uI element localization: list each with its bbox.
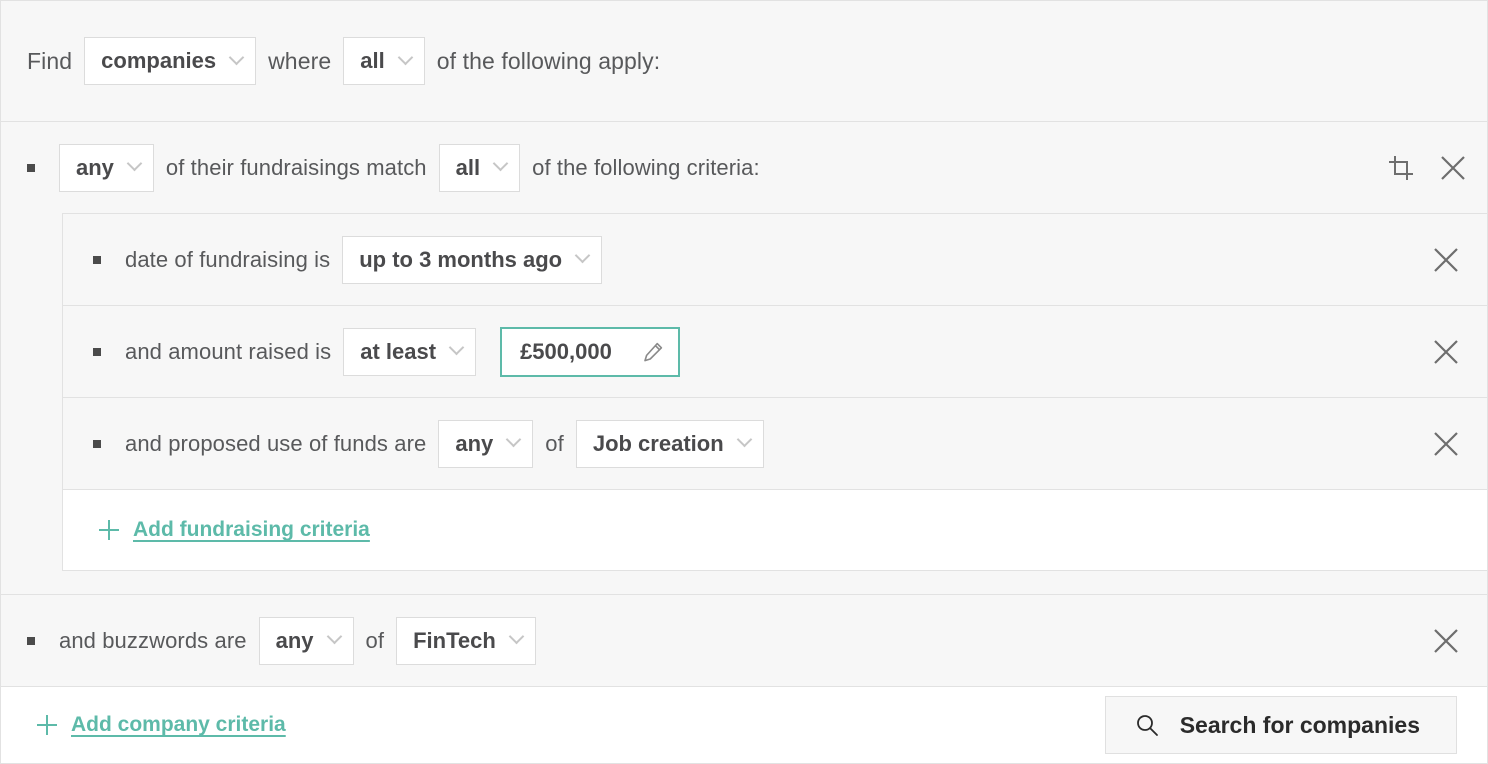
fundraising-middle-label: of their fundraisings match bbox=[165, 154, 427, 180]
close-icon[interactable] bbox=[1429, 624, 1463, 658]
criterion-row-buzzwords: and buzzwords are any of FinTech bbox=[1, 595, 1487, 687]
fundraising-match-value: all bbox=[455, 154, 481, 180]
criterion-row-date: date of fundraising is up to 3 months ag… bbox=[63, 214, 1487, 306]
buzzwords-quantifier-value: any bbox=[275, 627, 314, 653]
bullet-icon bbox=[93, 439, 101, 448]
close-icon[interactable] bbox=[1429, 427, 1463, 461]
add-company-criteria-link[interactable]: Add company criteria bbox=[37, 713, 286, 737]
criterion-amount-actions bbox=[1429, 335, 1463, 369]
criterion-amount-operator-value: at least bbox=[360, 338, 437, 364]
plus-icon bbox=[99, 520, 119, 540]
fundraising-group-header: any of their fundraisings match all of t… bbox=[1, 122, 1487, 213]
buzzwords-quantifier-select[interactable]: any bbox=[258, 616, 354, 665]
bullet-icon bbox=[93, 255, 101, 264]
pencil-icon[interactable] bbox=[641, 340, 665, 364]
criterion-date-value: up to 3 months ago bbox=[359, 246, 563, 272]
chevron-down-icon bbox=[507, 434, 520, 447]
add-company-criteria-label: Add company criteria bbox=[71, 713, 286, 736]
header-match-select-value: all bbox=[360, 48, 385, 73]
chevron-down-icon bbox=[450, 342, 463, 355]
bullet-icon bbox=[27, 636, 35, 645]
criterion-row-amount: and amount raised is at least £500,000 bbox=[63, 306, 1487, 398]
fundraising-suffix-label: of the following criteria: bbox=[532, 154, 760, 180]
chevron-down-icon bbox=[494, 158, 507, 171]
close-icon[interactable] bbox=[1429, 335, 1463, 369]
buzzwords-label: and buzzwords are bbox=[59, 627, 247, 653]
chevron-down-icon bbox=[128, 158, 141, 171]
criterion-use-joiner: of bbox=[545, 430, 564, 456]
criterion-label-amount: and amount raised is bbox=[125, 338, 332, 364]
buzzwords-actions bbox=[1429, 624, 1463, 658]
fundraising-quantifier-select[interactable]: any bbox=[59, 143, 154, 192]
fundraising-quantifier-value: any bbox=[76, 154, 114, 180]
buzzwords-joiner: of bbox=[365, 627, 385, 653]
criterion-amount-value: £500,000 bbox=[520, 338, 612, 364]
criterion-use-value-select[interactable]: Job creation bbox=[575, 419, 764, 468]
plus-icon bbox=[37, 715, 57, 735]
query-builder: Find companies where all of the followin… bbox=[0, 0, 1488, 764]
criterion-amount-input[interactable]: £500,000 bbox=[500, 326, 681, 377]
criterion-date-actions bbox=[1429, 243, 1463, 277]
fundraising-match-select[interactable]: all bbox=[438, 143, 521, 192]
find-suffix-label: of the following apply: bbox=[436, 47, 661, 74]
fundraising-group-actions bbox=[1384, 151, 1470, 185]
crop-icon[interactable] bbox=[1384, 151, 1418, 185]
criterion-use-actions bbox=[1429, 427, 1463, 461]
add-fundraising-criteria-label: Add fundraising criteria bbox=[133, 518, 370, 541]
chevron-down-icon bbox=[399, 52, 412, 65]
buzzwords-value: FinTech bbox=[413, 627, 496, 653]
criterion-use-quantifier-select[interactable]: any bbox=[438, 419, 534, 468]
fundraising-group: any of their fundraisings match all of t… bbox=[1, 122, 1487, 595]
search-for-companies-button[interactable]: Search for companies bbox=[1104, 696, 1457, 754]
bullet-icon bbox=[27, 163, 35, 172]
search-icon bbox=[1134, 712, 1160, 738]
chevron-down-icon bbox=[510, 631, 523, 644]
buzzwords-value-select[interactable]: FinTech bbox=[396, 616, 536, 665]
find-label: Find bbox=[27, 47, 73, 74]
entity-select-value: companies bbox=[101, 48, 217, 73]
criterion-label-use-of-funds: and proposed use of funds are bbox=[125, 430, 427, 456]
criterion-row-use-of-funds: and proposed use of funds are any of Job… bbox=[63, 398, 1487, 490]
criterion-date-select[interactable]: up to 3 months ago bbox=[342, 235, 603, 284]
criterion-use-quantifier-value: any bbox=[455, 430, 494, 456]
chevron-down-icon bbox=[738, 434, 751, 447]
entity-select[interactable]: companies bbox=[84, 37, 257, 85]
where-label: where bbox=[268, 47, 332, 74]
find-row: Find companies where all of the followin… bbox=[1, 1, 1487, 122]
chevron-down-icon bbox=[328, 631, 341, 644]
add-fundraising-criteria-row: Add fundraising criteria bbox=[63, 490, 1487, 570]
fundraising-criteria-list: date of fundraising is up to 3 months ag… bbox=[62, 213, 1487, 571]
header-match-select[interactable]: all bbox=[343, 37, 425, 85]
criterion-use-value: Job creation bbox=[592, 430, 724, 456]
search-button-label: Search for companies bbox=[1179, 711, 1420, 738]
close-icon[interactable] bbox=[1436, 151, 1470, 185]
chevron-down-icon bbox=[576, 250, 589, 263]
chevron-down-icon bbox=[230, 52, 243, 65]
criterion-amount-operator-select[interactable]: at least bbox=[343, 327, 477, 376]
add-fundraising-criteria-link[interactable]: Add fundraising criteria bbox=[99, 518, 370, 542]
query-builder-footer: Add company criteria Search for companie… bbox=[1, 687, 1487, 763]
bullet-icon bbox=[93, 347, 101, 356]
criterion-label-date: date of fundraising is bbox=[125, 246, 331, 272]
close-icon[interactable] bbox=[1429, 243, 1463, 277]
